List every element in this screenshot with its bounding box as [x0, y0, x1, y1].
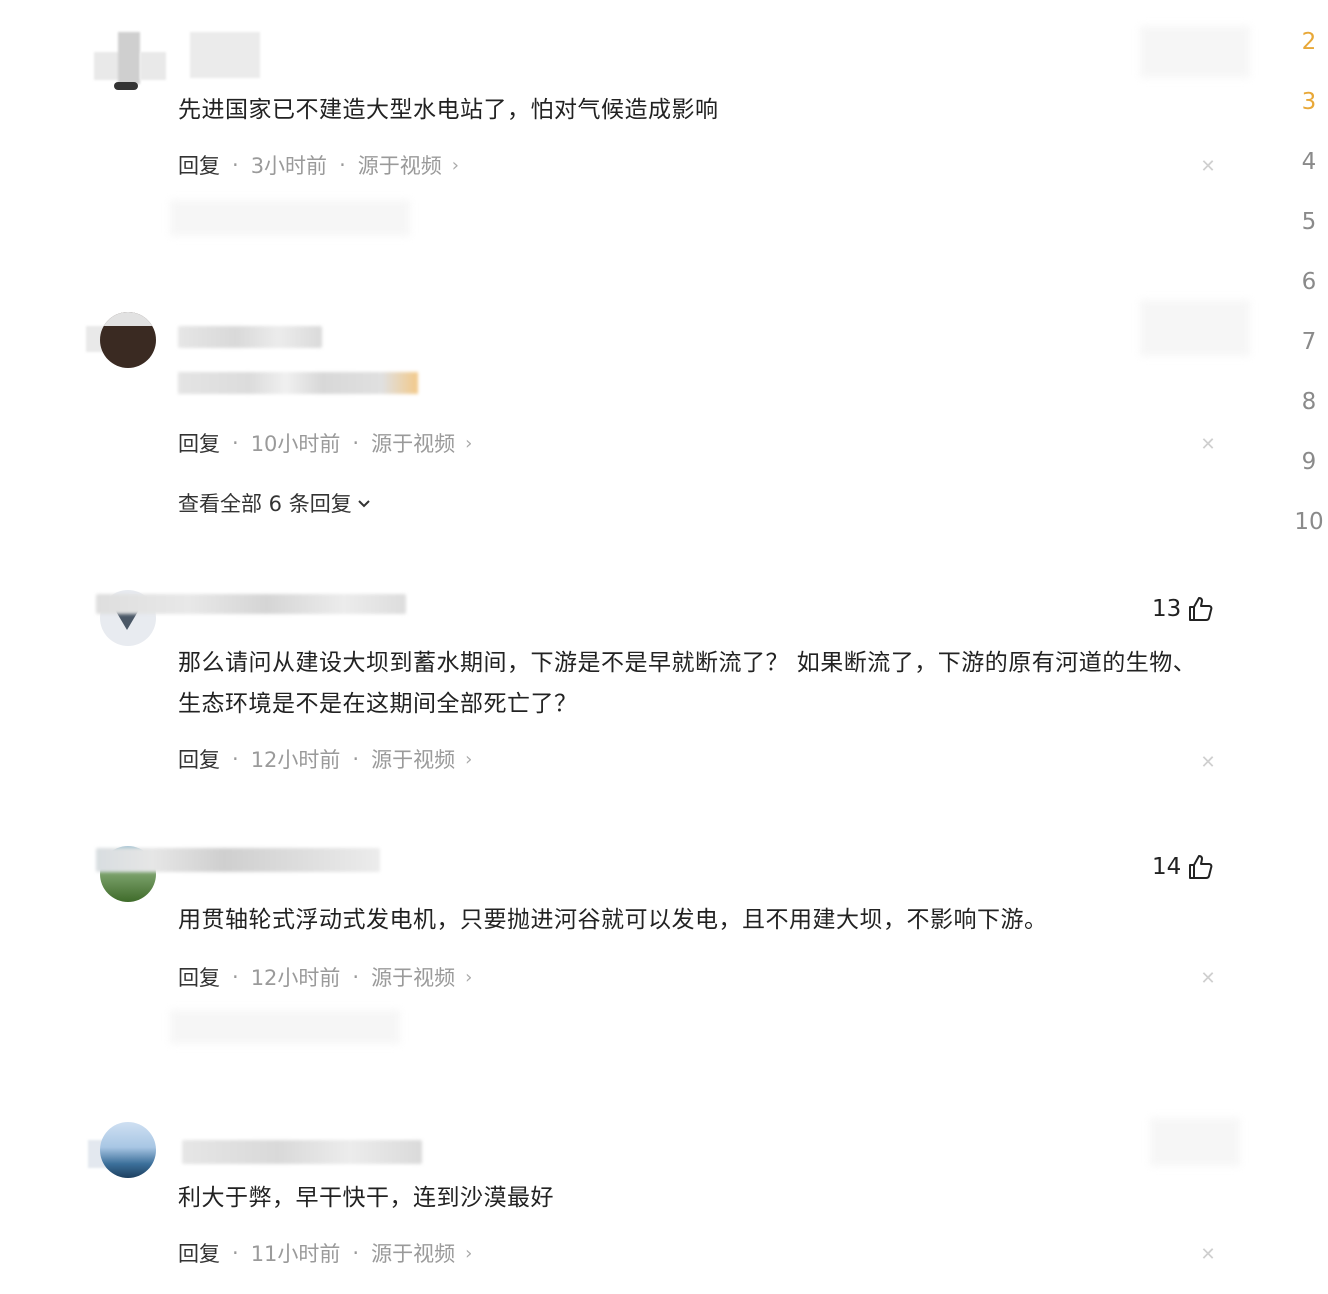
username[interactable]: [96, 848, 380, 872]
reply-button[interactable]: 回复: [178, 150, 220, 180]
username[interactable]: [178, 326, 322, 348]
source-link[interactable]: 源于视频: [371, 962, 455, 992]
close-icon[interactable]: ✕: [1198, 156, 1218, 177]
view-all-label: 查看全部 6 条回复: [178, 492, 352, 516]
page-number[interactable]: 8: [1290, 385, 1328, 445]
separator-dot: ·: [352, 1241, 360, 1265]
chevron-right-icon: ›: [465, 966, 473, 988]
blurred-like: [1140, 26, 1250, 78]
chevron-right-icon: ›: [465, 1242, 473, 1264]
page-number[interactable]: 7: [1290, 325, 1328, 385]
comment-meta: 回复 · 12小时前 · 源于视频 ›: [178, 962, 472, 992]
comment-time: 12小时前: [250, 748, 341, 772]
page-number[interactable]: 3: [1290, 85, 1328, 145]
source-link[interactable]: 源于视频: [371, 744, 455, 774]
blurred-like: [1140, 300, 1250, 356]
like-count: 13: [1152, 596, 1182, 622]
comment-time: 11小时前: [250, 1242, 341, 1266]
reply-button[interactable]: 回复: [178, 744, 220, 774]
comment-meta: 回复 · 3小时前 · 源于视频 ›: [178, 150, 459, 180]
comment-time: 12小时前: [250, 966, 341, 990]
comment-text: 那么请问从建设大坝到蓄水期间，下游是不是早就断流了？ 如果断流了，下游的原有河道…: [178, 650, 1197, 717]
separator-dot: ·: [352, 965, 360, 989]
blurred-reply-preview: [170, 1010, 400, 1044]
comment-meta: 回复 · 11小时前 · 源于视频 ›: [178, 1238, 472, 1268]
separator-dot: ·: [352, 431, 360, 455]
reply-button[interactable]: 回复: [178, 1238, 220, 1268]
separator-dot: ·: [232, 1241, 239, 1265]
username[interactable]: [96, 594, 406, 614]
reply-button[interactable]: 回复: [178, 428, 220, 458]
comment-time: 10小时前: [250, 432, 341, 456]
source-link[interactable]: 源于视频: [371, 428, 455, 458]
separator-dot: ·: [339, 153, 346, 177]
comment-text-blurred: [178, 372, 418, 394]
username-blur: [140, 52, 166, 80]
comment-text: 用贯轴轮式浮动式发电机，只要抛进河谷就可以发电，且不用建大坝，不影响下游。: [178, 907, 1048, 933]
close-icon[interactable]: ✕: [1198, 1244, 1218, 1265]
page-number[interactable]: 6: [1290, 265, 1328, 325]
page-number[interactable]: 10: [1290, 505, 1328, 565]
avatar-blur-band: [100, 312, 156, 326]
close-icon[interactable]: ✕: [1198, 434, 1218, 455]
separator-dot: ·: [232, 747, 239, 771]
avatar[interactable]: [118, 32, 140, 84]
page-number[interactable]: 2: [1290, 25, 1328, 85]
close-icon[interactable]: ✕: [1198, 968, 1218, 989]
chevron-down-icon: [358, 500, 370, 508]
comment-text: 先进国家已不建造大型水电站了，怕对气候造成影响: [178, 97, 719, 123]
comment-time: 3小时前: [250, 154, 328, 178]
comment-meta: 回复 · 10小时前 · 源于视频 ›: [178, 428, 472, 458]
separator-dot: ·: [232, 431, 239, 455]
like-button[interactable]: 13: [1152, 594, 1215, 624]
like-button[interactable]: 14: [1152, 852, 1215, 882]
chevron-right-icon: ›: [465, 432, 473, 454]
source-link[interactable]: 源于视频: [371, 1238, 455, 1268]
username-blur: [94, 52, 120, 80]
chevron-right-icon: ›: [451, 154, 459, 176]
page-number[interactable]: 9: [1290, 445, 1328, 505]
page-number[interactable]: 4: [1290, 145, 1328, 205]
username[interactable]: [190, 32, 260, 78]
comment-text: 利大于弊，早干快干，连到沙漠最好: [178, 1185, 554, 1211]
username[interactable]: [182, 1140, 422, 1164]
separator-dot: ·: [232, 965, 239, 989]
blurred-like: [1150, 1118, 1240, 1166]
separator-dot: ·: [352, 747, 360, 771]
separator-dot: ·: [232, 153, 239, 177]
page-number[interactable]: 5: [1290, 205, 1328, 265]
view-all-replies-button[interactable]: 查看全部 6 条回复: [178, 488, 372, 518]
close-icon[interactable]: ✕: [1198, 752, 1218, 773]
reply-button[interactable]: 回复: [178, 962, 220, 992]
comment-meta: 回复 · 12小时前 · 源于视频 ›: [178, 744, 472, 774]
blurred-reply-preview: [170, 200, 410, 236]
avatar[interactable]: [100, 312, 156, 368]
page-number-strip: 2 3 4 5 6 7 8 9 10: [1290, 25, 1328, 565]
avatar[interactable]: [100, 1122, 156, 1178]
source-link[interactable]: 源于视频: [358, 150, 442, 180]
thumbs-up-icon: [1189, 597, 1213, 621]
chevron-right-icon: ›: [465, 748, 473, 770]
like-count: 14: [1152, 854, 1182, 880]
thumbs-up-icon: [1189, 855, 1213, 879]
avatar-shadow: [114, 82, 138, 90]
